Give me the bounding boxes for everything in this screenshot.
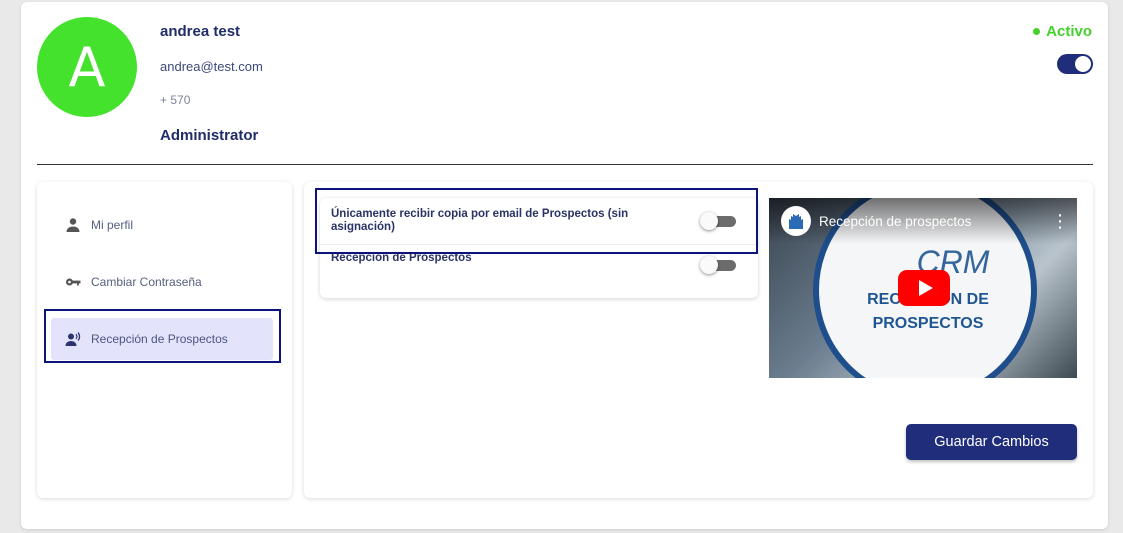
channel-avatar[interactable] [781, 206, 811, 236]
divider [37, 164, 1093, 165]
avatar: A [37, 17, 137, 117]
thumbnail-text-line2: PROSPECTOS [872, 315, 984, 332]
status-badge: Activo [1033, 23, 1092, 40]
user-name: andrea test [160, 23, 241, 40]
save-button[interactable]: Guardar Cambios [906, 424, 1077, 460]
more-options-icon[interactable]: ⋮ [1051, 212, 1069, 230]
profile-card: A andrea test andrea@test.com + 570 Admi… [21, 2, 1108, 529]
active-toggle[interactable] [1057, 54, 1093, 74]
status-label: Activo [1046, 23, 1092, 40]
video-header: Recepción de prospectos ⋮ [769, 198, 1077, 244]
castle-logo-icon [789, 214, 803, 229]
toggle-knob [1075, 56, 1091, 72]
user-role: Administrator [160, 127, 259, 144]
sidebar-item-cambiar-contrasena[interactable]: Cambiar Contraseña [51, 261, 273, 303]
toggle-knob [700, 256, 718, 274]
highlight-box [315, 188, 758, 254]
prospect-reception-toggle[interactable] [700, 256, 736, 274]
video-title[interactable]: Recepción de prospectos [819, 214, 1043, 229]
sidebar-item-mi-perfil[interactable]: Mi perfil [51, 204, 273, 246]
status-dot-icon [1033, 28, 1041, 35]
play-button-icon[interactable] [898, 270, 950, 306]
option-row-prospect-reception: Recepción de Prospectos [320, 250, 758, 280]
sidebar-item-label: Cambiar Contraseña [91, 275, 202, 289]
user-email: andrea@test.com [160, 59, 263, 74]
person-icon [66, 218, 80, 232]
video-player[interactable]: CRM RECEPCIÓN DE PROSPECTOS Recepción de… [769, 198, 1077, 378]
highlight-box [44, 309, 281, 363]
user-phone: + 570 [160, 93, 191, 107]
key-icon [66, 278, 81, 286]
sidebar-item-label: Mi perfil [91, 218, 134, 232]
